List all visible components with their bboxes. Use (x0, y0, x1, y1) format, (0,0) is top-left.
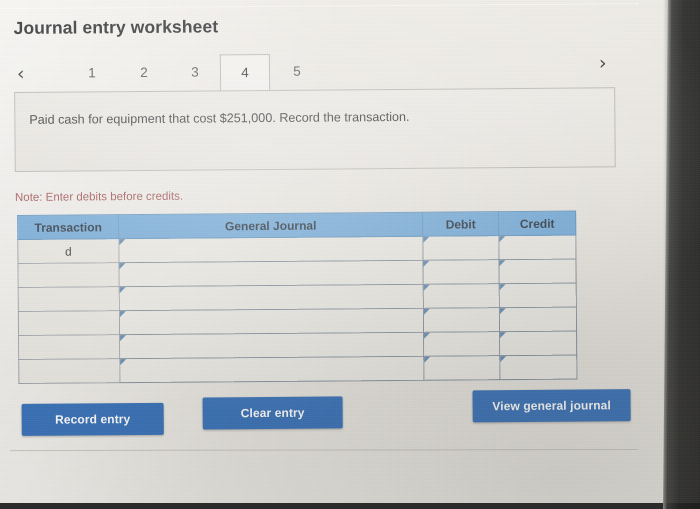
question-text: Paid cash for equipment that cost $251,0… (29, 109, 410, 127)
credit-cell[interactable] (499, 355, 577, 380)
worksheet-tab-4[interactable]: 4 (219, 53, 271, 92)
general-journal-cell[interactable] (119, 332, 424, 359)
credit-cell[interactable] (498, 259, 577, 284)
screen-bezel-right (663, 0, 700, 509)
credit-cell[interactable] (499, 331, 577, 356)
debit-cell[interactable] (423, 331, 500, 357)
general-journal-cell[interactable] (119, 284, 424, 311)
debit-cell[interactable] (422, 235, 499, 261)
view-general-journal-button[interactable]: View general journal (472, 389, 631, 423)
page-title: Journal entry worksheet (13, 16, 219, 38)
general-journal-cell[interactable] (118, 236, 423, 263)
column-header-debit: Debit (422, 211, 499, 237)
transaction-cell[interactable] (18, 358, 120, 384)
worksheet-tab-3[interactable]: 3 (170, 54, 220, 90)
transaction-cell[interactable] (18, 334, 120, 360)
general-journal-cell[interactable] (119, 356, 424, 383)
transaction-cell[interactable] (18, 310, 120, 336)
journal-entry-worksheet-page: Journal entry worksheet ‹ 1 2 3 4 5 › Pa… (0, 0, 666, 505)
credit-cell[interactable] (498, 235, 576, 260)
column-header-transaction: Transaction (17, 214, 119, 240)
table-row (18, 355, 577, 384)
question-panel: Paid cash for equipment that cost $251,0… (14, 87, 616, 172)
debit-cell[interactable] (423, 307, 500, 333)
debit-cell[interactable] (422, 259, 500, 285)
worksheet-tab-1[interactable]: 1 (67, 55, 117, 91)
record-entry-button[interactable]: Record entry (21, 402, 164, 436)
transaction-cell[interactable] (18, 286, 120, 312)
credit-cell[interactable] (499, 283, 577, 308)
worksheet-tab-2[interactable]: 2 (119, 55, 169, 91)
debit-cell[interactable] (423, 355, 500, 381)
chevron-left-icon[interactable]: ‹ (17, 63, 25, 85)
card-top-edge (0, 3, 639, 10)
general-journal-cell[interactable] (118, 260, 424, 287)
chevron-right-icon[interactable]: › (599, 52, 607, 74)
debit-cell[interactable] (423, 283, 500, 309)
worksheet-pager: ‹ 1 2 3 4 5 (11, 51, 611, 93)
worksheet-tab-5[interactable]: 5 (272, 54, 322, 90)
column-header-credit: Credit (498, 211, 576, 236)
journal-entry-table: Transaction General Journal Debit Credit… (17, 211, 577, 384)
clear-entry-button[interactable]: Clear entry (202, 396, 343, 430)
column-header-general-journal: General Journal (118, 212, 423, 239)
general-journal-cell[interactable] (119, 308, 424, 335)
credit-cell[interactable] (499, 307, 577, 332)
debits-before-credits-note: Note: Enter debits before credits. (14, 190, 184, 204)
transaction-cell[interactable]: d (17, 238, 119, 264)
transaction-cell[interactable] (17, 262, 120, 288)
content-bottom-divider (9, 449, 638, 452)
